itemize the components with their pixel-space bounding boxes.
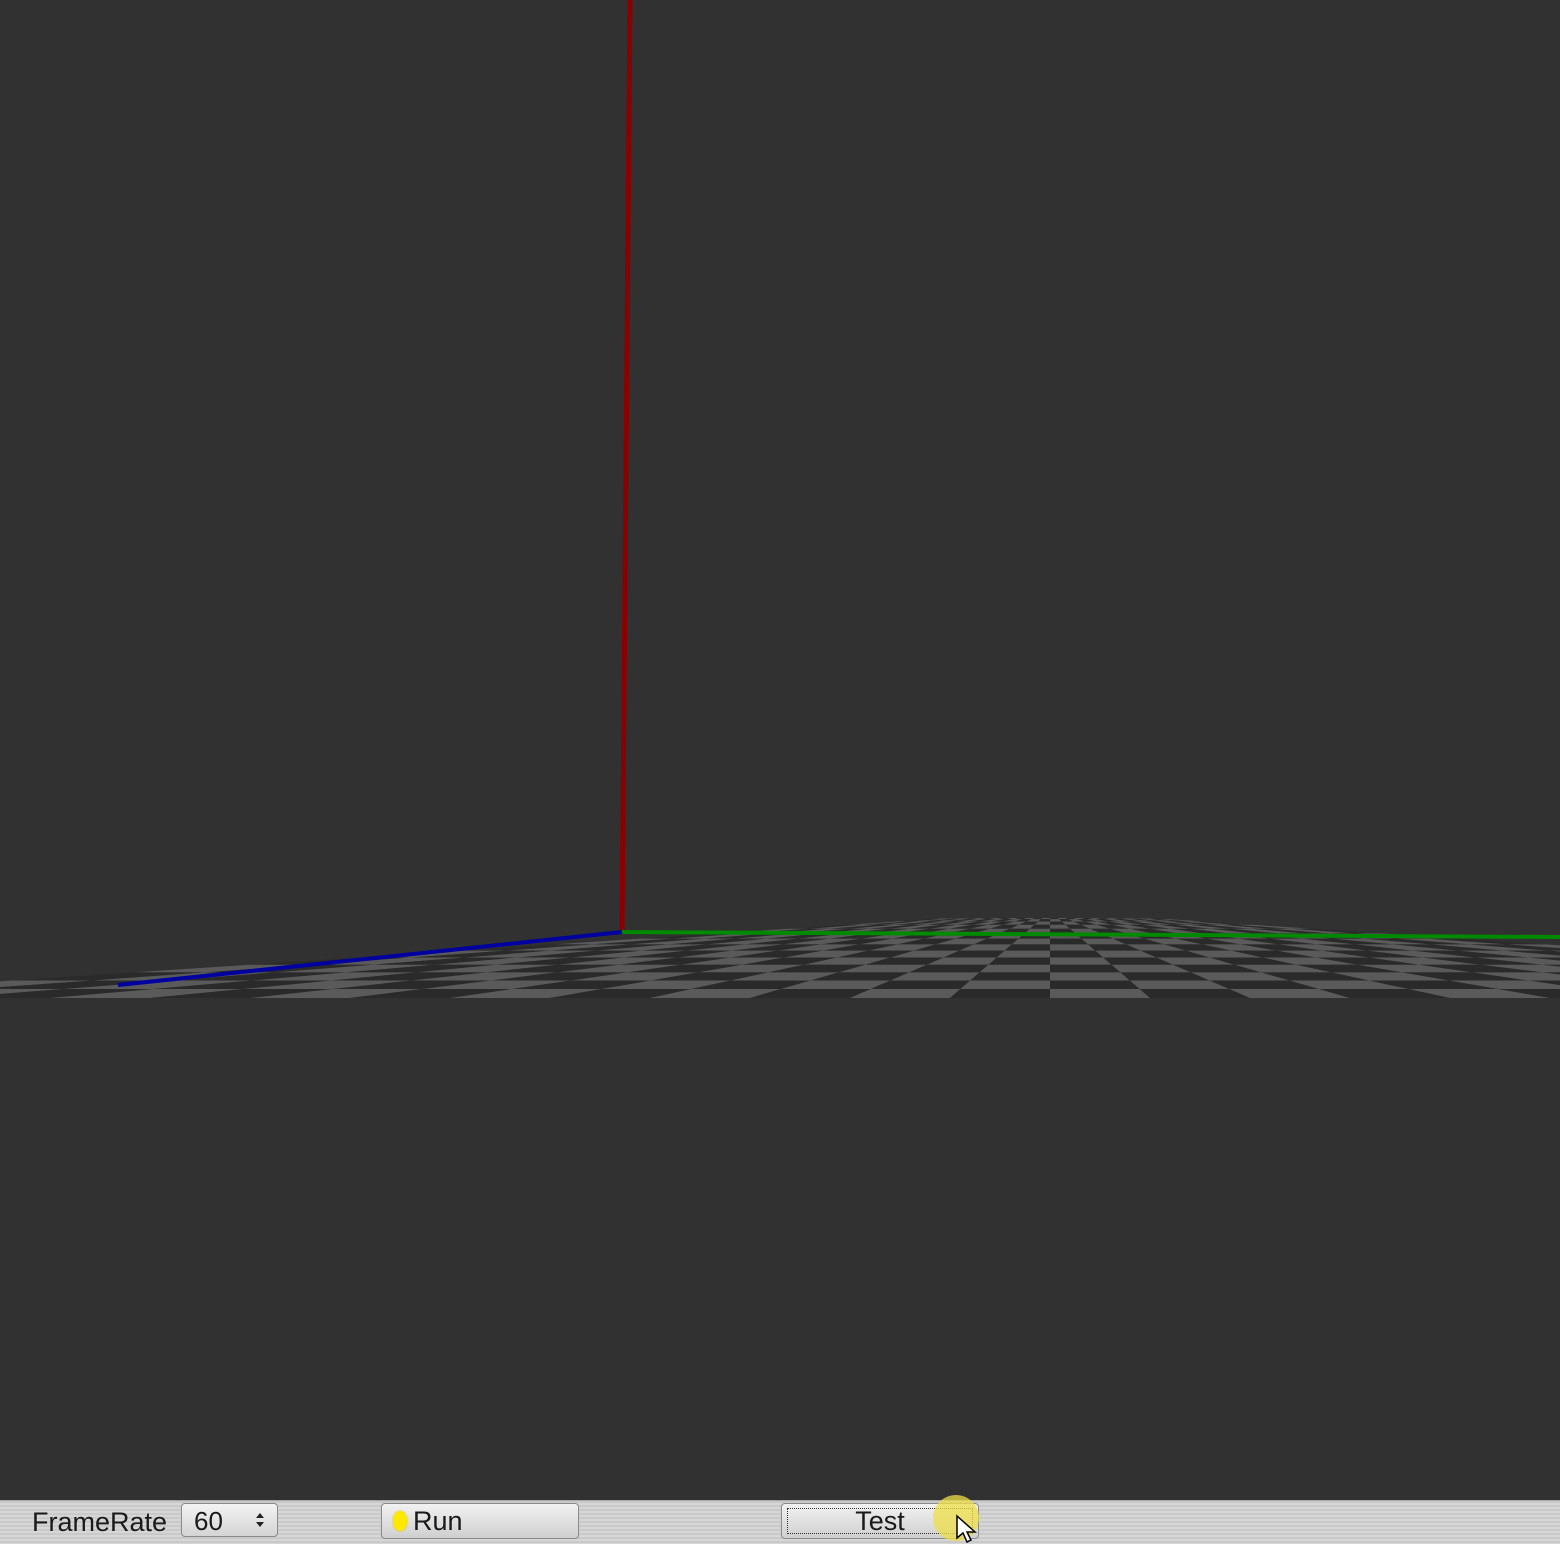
floor-tile <box>1050 918 1060 920</box>
floor-tile <box>1050 964 1121 973</box>
floor-tile <box>1050 944 1096 951</box>
viewport-background <box>0 0 1560 1500</box>
floor-tile <box>960 980 1050 990</box>
floor-tile <box>988 957 1050 965</box>
floor-tile <box>1004 944 1050 951</box>
framerate-label: FrameRate <box>32 1507 168 1537</box>
floor-tile <box>1040 918 1050 920</box>
scene-canvas <box>0 0 1560 1500</box>
floor-tile <box>1050 957 1112 965</box>
floor-tile <box>979 964 1050 973</box>
floor-tile <box>1050 980 1140 990</box>
floor-tile <box>1050 972 1130 981</box>
run-button-label: Run <box>413 1506 463 1536</box>
floor-tile <box>1050 989 1150 998</box>
floor-tile <box>1050 950 1104 958</box>
floor-tile <box>970 972 1050 981</box>
3d-viewport[interactable] <box>0 0 1560 1500</box>
bottom-toolbar: FrameRate 60 Run Test <box>0 1500 1560 1544</box>
test-button-label: Test <box>855 1506 905 1536</box>
floor-tile <box>950 989 1050 998</box>
floor-tile <box>1011 938 1050 945</box>
yellow-lamp-icon <box>393 1511 407 1531</box>
floor-tile <box>996 950 1050 958</box>
run-button[interactable]: Run <box>381 1503 579 1539</box>
framerate-select[interactable]: 60 <box>181 1503 278 1537</box>
floor-tile <box>1050 938 1089 945</box>
up-down-arrows-icon <box>256 1513 264 1527</box>
framerate-value: 60 <box>194 1506 223 1536</box>
test-button[interactable]: Test <box>781 1503 979 1539</box>
